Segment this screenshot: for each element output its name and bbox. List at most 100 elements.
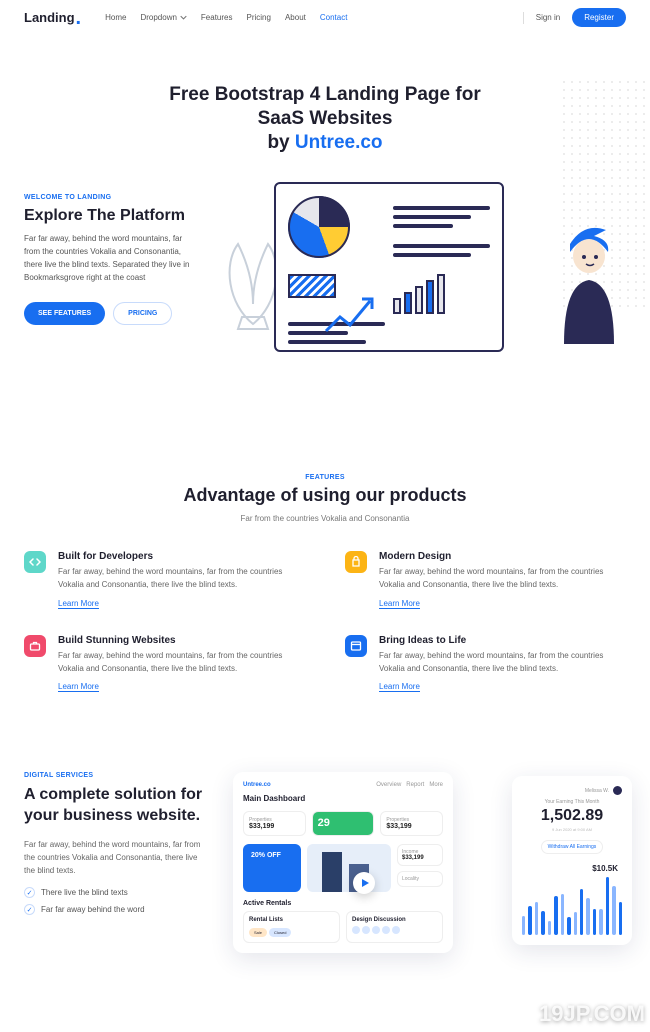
analytics-board bbox=[274, 182, 504, 352]
briefcase-icon bbox=[24, 635, 46, 657]
nav-about[interactable]: About bbox=[285, 13, 306, 22]
logo[interactable]: Landing . bbox=[24, 10, 81, 25]
solution-section: DIGITAL SERVICES A complete solution for… bbox=[0, 692, 650, 1032]
bar bbox=[535, 902, 538, 935]
bar bbox=[554, 896, 557, 936]
feature-item: Modern Design Far far away, behind the w… bbox=[345, 551, 626, 609]
nav-dropdown-label: Dropdown bbox=[140, 13, 176, 22]
arrow-up-icon bbox=[322, 289, 382, 339]
amount-label: $10.5K bbox=[522, 864, 622, 873]
feature-body: Far far away, behind the word mountains,… bbox=[58, 566, 305, 592]
nav-features[interactable]: Features bbox=[201, 13, 233, 22]
feature-body: Far far away, behind the word mountains,… bbox=[379, 566, 626, 592]
line-bars-icon bbox=[393, 196, 490, 266]
solution-text: DIGITAL SERVICES A complete solution for… bbox=[24, 772, 209, 921]
stat-card: Properties$33,199 bbox=[380, 811, 443, 836]
check-icon: ✓ bbox=[24, 887, 35, 898]
hero-illustration bbox=[214, 194, 626, 364]
earning-date: 9 Jun 2020 at 9:00 AM bbox=[522, 827, 622, 832]
check-item: ✓Far far away behind the word bbox=[24, 904, 209, 915]
dash-tabs: Overview Report More bbox=[376, 782, 443, 788]
check-icon: ✓ bbox=[24, 904, 35, 915]
bar bbox=[541, 911, 544, 936]
bar bbox=[522, 916, 525, 936]
nav-separator bbox=[523, 12, 524, 24]
bar bbox=[528, 906, 531, 936]
hero-line1: Free Bootstrap 4 Landing Page for bbox=[169, 84, 480, 105]
features-title: Advantage of using our products bbox=[24, 485, 626, 506]
nav-pricing[interactable]: Pricing bbox=[247, 13, 271, 22]
feature-item: Build Stunning Websites Far far away, be… bbox=[24, 635, 305, 693]
feature-body: Far far away, behind the word mountains,… bbox=[58, 650, 305, 676]
bar bbox=[574, 912, 577, 935]
dashboard-mock: Untree.co Overview Report More Main Dash… bbox=[233, 772, 626, 992]
features-section: FEATURES Advantage of using our products… bbox=[0, 474, 650, 692]
feature-item: Bring Ideas to Life Far far away, behind… bbox=[345, 635, 626, 693]
see-features-button[interactable]: SEE FEATURES bbox=[24, 302, 105, 325]
chevron-down-icon bbox=[180, 14, 187, 21]
bar bbox=[619, 902, 622, 935]
pie-chart-icon bbox=[288, 196, 358, 266]
feature-title: Built for Developers bbox=[58, 551, 305, 562]
bar bbox=[548, 921, 551, 936]
withdraw-toggle[interactable]: Withdraw All Earnings bbox=[541, 840, 604, 854]
nav-home[interactable]: Home bbox=[105, 13, 126, 22]
person-illustration bbox=[544, 224, 634, 344]
feature-item: Built for Developers Far far away, behin… bbox=[24, 551, 305, 609]
design-discussion-card: Design Discussion bbox=[346, 911, 443, 943]
explore-eyebrow: WELCOME TO LANDING bbox=[24, 194, 194, 201]
solution-eyebrow: DIGITAL SERVICES bbox=[24, 772, 209, 779]
active-rentals-label: Active Rentals bbox=[243, 900, 443, 907]
feature-title: Build Stunning Websites bbox=[58, 635, 305, 646]
promo-card: 20% OFF bbox=[243, 844, 301, 892]
features-eyebrow: FEATURES bbox=[24, 474, 626, 481]
stat-card: 29 bbox=[312, 811, 375, 836]
feature-body: Far far away, behind the word mountains,… bbox=[379, 650, 626, 676]
avatar bbox=[613, 786, 622, 795]
learn-more-link[interactable]: Learn More bbox=[58, 599, 99, 609]
rental-lists-card: Rental Lists SaleClosed bbox=[243, 911, 340, 943]
pricing-button[interactable]: PRICING bbox=[113, 302, 172, 325]
nav-links: Home Dropdown Features Pricing About Con… bbox=[105, 13, 347, 22]
logo-text: Landing bbox=[24, 10, 75, 25]
nav-contact[interactable]: Contact bbox=[320, 13, 348, 22]
solution-body: Far far away, behind the word mountains,… bbox=[24, 839, 209, 877]
window-icon bbox=[345, 635, 367, 657]
register-button[interactable]: Register bbox=[572, 8, 626, 27]
feature-title: Modern Design bbox=[379, 551, 626, 562]
hero-title: Free Bootstrap 4 Landing Page for SaaS W… bbox=[0, 83, 650, 154]
solution-title: A complete solution for your business we… bbox=[24, 785, 209, 827]
top-nav: Landing . Home Dropdown Features Pricing… bbox=[0, 0, 650, 35]
dashboard-card-earnings: Melissa W. Your Earning This Month 1,502… bbox=[512, 776, 632, 945]
explore-text: WELCOME TO LANDING Explore The Platform … bbox=[24, 194, 194, 325]
bar bbox=[593, 909, 596, 936]
signin-link[interactable]: Sign in bbox=[536, 13, 560, 22]
bar bbox=[599, 909, 602, 936]
explore-title: Explore The Platform bbox=[24, 207, 194, 225]
watermark: 19JP.COM bbox=[539, 1001, 645, 1027]
bar bbox=[567, 917, 570, 935]
earnings-bar-chart bbox=[522, 877, 622, 935]
bag-icon bbox=[345, 551, 367, 573]
hero-by: by bbox=[267, 132, 294, 153]
nav-dropdown[interactable]: Dropdown bbox=[140, 13, 186, 22]
feature-title: Bring Ideas to Life bbox=[379, 635, 626, 646]
learn-more-link[interactable]: Learn More bbox=[379, 599, 420, 609]
building-illustration bbox=[307, 844, 391, 892]
earning-label: Your Earning This Month bbox=[522, 799, 622, 805]
bar bbox=[580, 889, 583, 935]
stat-card: Properties$33,199 bbox=[243, 811, 306, 836]
check-item: ✓There live the blind texts bbox=[24, 887, 209, 898]
user-name: Melissa W. bbox=[585, 788, 609, 794]
dash-brand: Untree.co bbox=[243, 782, 271, 788]
logo-dot-icon: . bbox=[76, 13, 82, 23]
bar bbox=[612, 886, 615, 936]
mini-stat: Income$33,199 bbox=[397, 844, 443, 866]
dashboard-card-main: Untree.co Overview Report More Main Dash… bbox=[233, 772, 453, 953]
bar bbox=[561, 894, 564, 935]
hero-brand: Untree.co bbox=[295, 132, 383, 153]
learn-more-link[interactable]: Learn More bbox=[379, 682, 420, 692]
learn-more-link[interactable]: Learn More bbox=[58, 682, 99, 692]
explore-section: WELCOME TO LANDING Explore The Platform … bbox=[0, 154, 650, 364]
bar-chart-icon bbox=[393, 274, 490, 314]
